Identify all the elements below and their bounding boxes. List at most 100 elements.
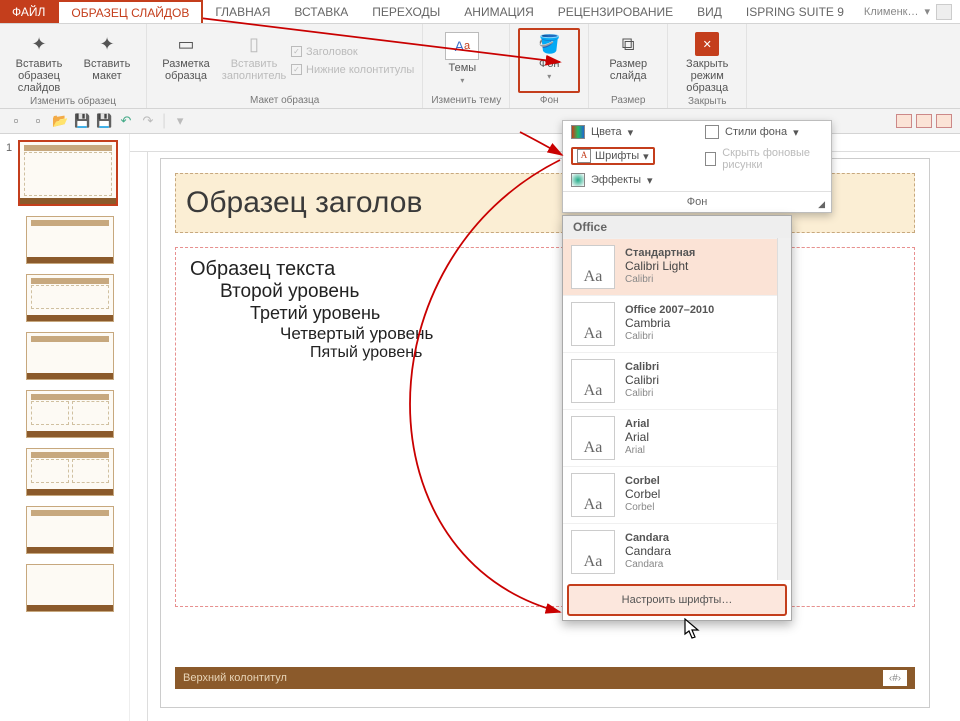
footer-bar[interactable]: Верхний колонтитул ‹#› [175, 667, 915, 689]
title-text: Образец заголов [186, 186, 422, 220]
mouse-cursor [684, 618, 702, 645]
font-preview-icon: Aa [571, 416, 615, 460]
checkbox-footers: ✓Нижние колонтитулы [291, 64, 414, 76]
saveas-icon[interactable]: 💾 [96, 113, 112, 129]
tab-ispring[interactable]: ISPRING SUITE 9 [734, 0, 856, 23]
fonts-dropdown: Office Aa СтандартнаяCalibri LightCalibr… [562, 215, 792, 621]
page-number-placeholder: ‹#› [883, 670, 907, 686]
font-scheme-item[interactable]: Aa CalibriCalibriCalibri [563, 352, 791, 409]
palette-icon [571, 125, 585, 139]
group-close: Закрыть [676, 94, 738, 107]
font-preview-icon: Aa [571, 530, 615, 574]
tab-slide-master[interactable]: ОБРАЗЕЦ СЛАЙДОВ [57, 0, 203, 23]
insert-layout-button[interactable]: ✦ Вставить макет [76, 28, 138, 94]
hide-bg-graphics-checkbox: Скрыть фоновые рисунки [697, 143, 831, 175]
background-styles-button[interactable]: Стили фона▾ [697, 121, 831, 143]
body-placeholder[interactable]: Образец текста Второй уровень Третий уро… [175, 247, 915, 607]
themes-button[interactable]: Aa Темы ▾ [431, 28, 493, 93]
font-preview-icon: Aa [571, 302, 615, 346]
effects-icon [571, 173, 585, 187]
font-scheme-item[interactable]: Aa СтандартнаяCalibri LightCalibri [563, 238, 791, 295]
thumb-layout[interactable] [26, 216, 114, 264]
placeholder-icon: ▯ [240, 32, 268, 56]
font-preview-icon: Aa [571, 473, 615, 517]
ruler-vertical [130, 152, 148, 721]
user-name: Клименк… [864, 6, 919, 18]
footer-text: Верхний колонтитул [183, 672, 287, 684]
thumbnails-pane[interactable]: 1 [0, 134, 130, 721]
font-scheme-item[interactable]: Aa ArialArialArial [563, 409, 791, 466]
bucket-icon: 🪣 [535, 32, 563, 56]
new-icon[interactable]: ▫ [8, 113, 24, 129]
font-scheme-item[interactable]: Aa CandaraCandaraCandara [563, 523, 791, 580]
thumb-master[interactable]: 1 [18, 140, 118, 206]
thumb-layout[interactable] [26, 448, 114, 496]
tab-transitions[interactable]: ПЕРЕХОДЫ [360, 0, 452, 23]
slide-canvas-area: Образец заголов Образец текста Второй ур… [130, 134, 960, 721]
qat-more-icon[interactable]: ▾ [172, 113, 188, 129]
styles-icon [705, 125, 719, 139]
font-preview-icon: Aa [571, 359, 615, 403]
thumb-layout[interactable] [26, 332, 114, 380]
avatar[interactable] [936, 4, 952, 20]
scrollbar[interactable] [777, 238, 791, 580]
fonts-button[interactable]: A Шрифты▾ [571, 147, 655, 165]
redo-icon[interactable]: ↷ [140, 113, 156, 129]
thumb-layout[interactable] [26, 274, 114, 322]
insert-placeholder-button: ▯ Вставить заполнитель [223, 28, 285, 93]
themes-icon: Aa [445, 32, 479, 60]
group-size: Размер [597, 93, 659, 106]
slide-size-button[interactable]: ⧉ Размер слайда [597, 28, 659, 93]
tab-review[interactable]: РЕЦЕНЗИРОВАНИЕ [546, 0, 685, 23]
effects-button[interactable]: Эффекты▾ [563, 169, 697, 191]
body-level2: Второй уровень [220, 281, 900, 303]
font-preview-icon: Aa [571, 245, 615, 289]
checkbox-title: ✓Заголовок [291, 46, 414, 58]
tab-file[interactable]: ФАЙЛ [0, 0, 57, 23]
background-panel-title: Фон◢ [563, 191, 831, 212]
dialog-launcher-icon[interactable]: ◢ [818, 199, 825, 210]
master-layout-button[interactable]: ▭ Разметка образца [155, 28, 217, 93]
view-reading-icon[interactable] [936, 114, 952, 128]
save-icon[interactable]: 💾 [74, 113, 90, 129]
group-edit-theme: Изменить тему [431, 93, 501, 106]
tab-home[interactable]: ГЛАВНАЯ [203, 0, 282, 23]
checkbox-icon [705, 152, 716, 166]
font-scheme-item[interactable]: Aa CorbelCorbelCorbel [563, 466, 791, 523]
slide-master-canvas[interactable]: Образец заголов Образец текста Второй ур… [160, 158, 930, 708]
size-icon: ⧉ [614, 32, 642, 56]
open-icon[interactable]: 📂 [52, 113, 68, 129]
tab-view[interactable]: ВИД [685, 0, 734, 23]
fonts-dropdown-header: Office [563, 216, 791, 238]
undo-icon[interactable]: ↶ [118, 113, 134, 129]
fonts-icon: A [577, 149, 591, 163]
sparkle-icon: ✦ [93, 32, 121, 56]
thumb-layout[interactable] [26, 390, 114, 438]
ruler-horizontal [130, 134, 960, 152]
ribbon-tabs: ФАЙЛ ОБРАЗЕЦ СЛАЙДОВ ГЛАВНАЯ ВСТАВКА ПЕР… [0, 0, 960, 24]
sparkle-icon: ✦ [25, 32, 53, 56]
ribbon: ✦ Вставить образец слайдов ✦ Вставить ма… [0, 24, 960, 109]
insert-slide-master-button[interactable]: ✦ Вставить образец слайдов [8, 28, 70, 94]
close-master-button[interactable]: ✕ Закрыть режим образца [676, 28, 738, 94]
view-normal-icon[interactable] [896, 114, 912, 128]
help-icon[interactable]: ▾ [924, 5, 930, 18]
background-button[interactable]: 🪣 Фон ▾ [518, 28, 580, 93]
layout-icon: ▭ [172, 32, 200, 56]
thumb-layout[interactable] [26, 564, 114, 612]
tab-animation[interactable]: АНИМАЦИЯ [452, 0, 545, 23]
font-scheme-item[interactable]: Aa Office 2007–2010CambriaCalibri [563, 295, 791, 352]
thumb-number: 1 [6, 142, 12, 154]
customize-fonts-button[interactable]: Настроить шрифты… [567, 584, 787, 616]
body-level1: Образец текста [190, 258, 900, 281]
background-panel: Цвета▾ A Шрифты▾ Эффекты▾ Стили фона▾ Ск… [562, 120, 832, 213]
tab-insert[interactable]: ВСТАВКА [282, 0, 360, 23]
close-icon: ✕ [695, 32, 719, 56]
view-sorter-icon[interactable] [916, 114, 932, 128]
fonts-list[interactable]: Aa СтандартнаяCalibri LightCalibri Aa Of… [563, 238, 791, 580]
colors-button[interactable]: Цвета▾ [563, 121, 697, 143]
group-master-layout: Макет образца [155, 93, 414, 106]
group-edit-master: Изменить образец [8, 94, 138, 107]
new-doc-icon[interactable]: ▫ [30, 113, 46, 129]
thumb-layout[interactable] [26, 506, 114, 554]
